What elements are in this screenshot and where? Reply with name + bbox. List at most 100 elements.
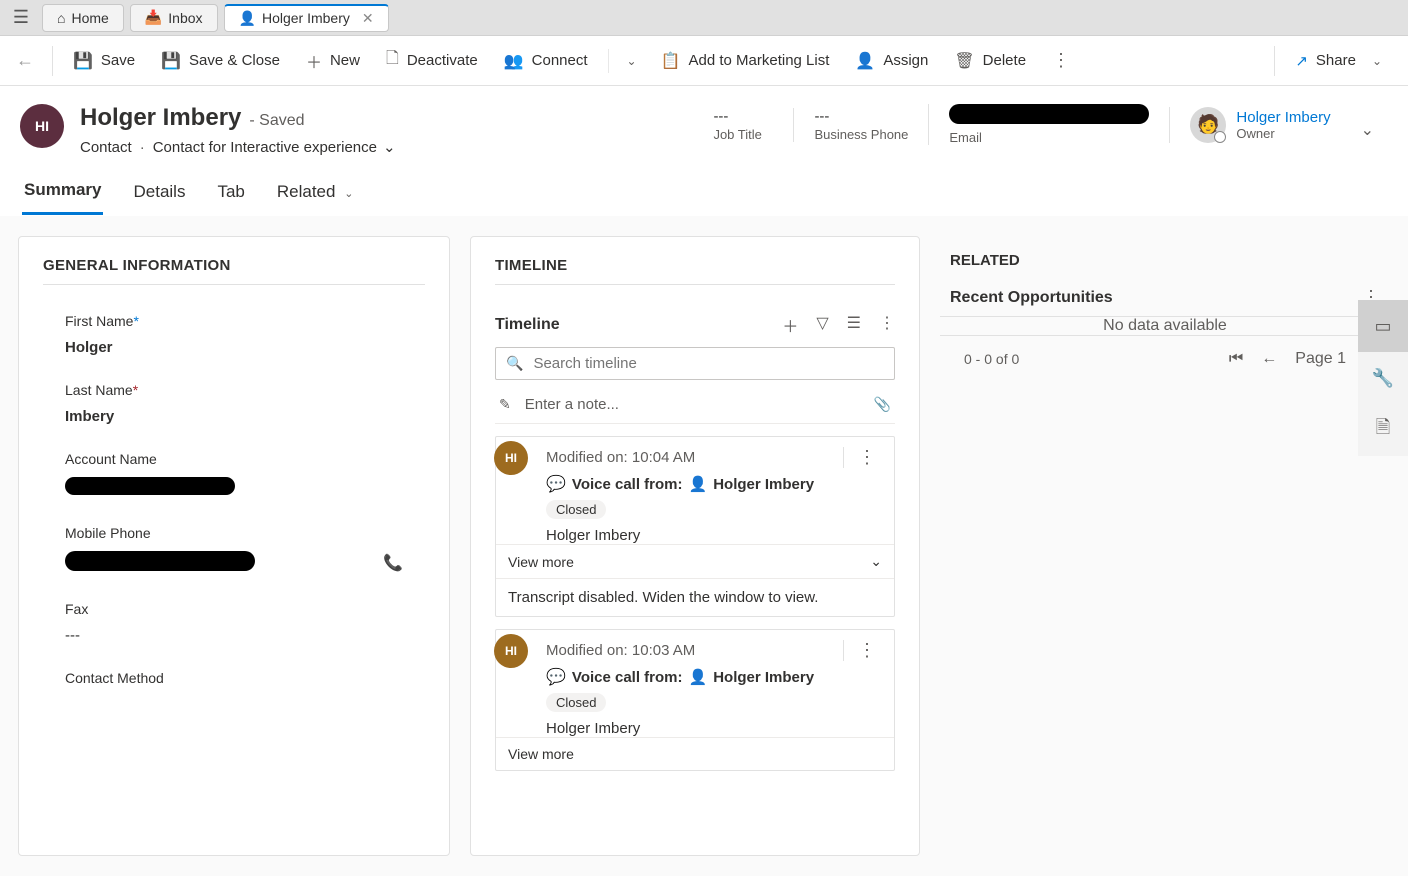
command-bar: ← 💾 Save 💾 Save & Close ＋ New 🗋 Deactiva… — [0, 36, 1408, 86]
tab-summary[interactable]: Summary — [22, 174, 103, 215]
header-expand-icon[interactable]: ⌄ — [1347, 112, 1388, 148]
accountname-value[interactable] — [65, 477, 403, 499]
prev-page-icon[interactable]: ← — [1261, 350, 1277, 368]
timeline-title-prefix: Voice call from: — [572, 669, 683, 686]
tab-details[interactable]: Details — [131, 176, 187, 214]
timeline-item-menu-icon[interactable]: ⋮ — [843, 447, 876, 468]
tab-active-record[interactable]: 👤 Holger Imbery ✕ — [224, 4, 389, 32]
save-icon: 💾 — [73, 51, 93, 71]
connect-button[interactable]: 👥 Connect — [494, 45, 598, 77]
page-label: Page 1 — [1295, 350, 1346, 368]
trash-icon: 🗑 — [954, 51, 974, 71]
timeline-item: HI Modified on: 10:03 AM ⋮ 💬 Voice call … — [495, 629, 895, 771]
chevron-down-icon: ⌄ — [344, 188, 353, 200]
delete-button[interactable]: 🗑 Delete — [944, 45, 1036, 77]
rail-document-icon[interactable]: 🗎 — [1358, 404, 1408, 456]
session-tabstrip: ☰ ⌂ Home 📥 Inbox 👤 Holger Imbery ✕ — [0, 0, 1408, 36]
fax-value[interactable]: --- — [65, 627, 403, 644]
timeline-body: Holger Imbery — [546, 527, 882, 544]
timeline-item: HI Modified on: 10:04 AM ⋮ 💬 Voice call … — [495, 436, 895, 617]
pager: 0 - 0 of 0 ⏮ ← Page 1 → — [940, 335, 1390, 368]
jobtitle-label: Job Title — [713, 127, 773, 142]
record-header: HI Holger Imbery - Saved Contact · Conta… — [0, 86, 1408, 166]
no-data-message: No data available — [940, 317, 1390, 335]
sort-icon[interactable]: ☰ — [847, 313, 861, 337]
hamburger-icon[interactable]: ☰ — [6, 7, 36, 28]
save-close-button[interactable]: 💾 Save & Close — [151, 45, 290, 77]
timeline-overflow-icon[interactable]: ⋮ — [879, 313, 895, 337]
share-chevron-icon[interactable]: ⌄ — [1364, 48, 1390, 74]
view-more-button[interactable]: View more — [496, 737, 894, 770]
opportunities-heading: Recent Opportunities — [950, 289, 1113, 307]
new-button[interactable]: ＋ New — [296, 43, 370, 79]
rail-panel-icon[interactable]: ▭ — [1358, 300, 1408, 352]
status-badge: Closed — [546, 693, 606, 712]
timeline-heading: TIMELINE — [495, 257, 895, 285]
general-information-card: GENERAL INFORMATION First Name* Holger L… — [18, 236, 450, 856]
person-icon: 👤 — [689, 475, 708, 493]
jobtitle-value[interactable]: --- — [713, 108, 773, 125]
tab-inbox-label: Inbox — [168, 10, 202, 26]
mobilephone-label: Mobile Phone — [65, 525, 403, 541]
voicecall-icon: 💬 — [546, 474, 566, 494]
delete-label: Delete — [983, 52, 1026, 69]
attachment-icon[interactable]: 📎 — [874, 396, 891, 413]
timeline-modified: Modified on: 10:04 AM — [546, 449, 695, 466]
view-more-button[interactable]: View more ⌄ — [496, 544, 894, 578]
deactivate-icon: 🗋 — [386, 47, 399, 74]
filter-icon[interactable]: ▽ — [816, 313, 828, 337]
add-to-marketing-button[interactable]: 📋 Add to Marketing List — [651, 45, 840, 77]
email-value[interactable] — [949, 104, 1149, 128]
form-selector[interactable]: Contact for Interactive experience ⌄ — [153, 138, 396, 156]
home-icon: ⌂ — [57, 10, 65, 26]
timeline-title-contact[interactable]: Holger Imbery — [713, 669, 814, 686]
divider — [1274, 46, 1275, 76]
status-badge: Closed — [546, 500, 606, 519]
businessphone-value[interactable]: --- — [814, 108, 908, 125]
owner-name[interactable]: Holger Imbery — [1236, 109, 1330, 126]
save-button[interactable]: 💾 Save — [63, 45, 145, 77]
lastname-value[interactable]: Imbery — [65, 408, 403, 425]
add-record-icon[interactable]: ＋ — [782, 313, 798, 337]
view-more-label: View more — [508, 746, 574, 762]
timeline-note-row[interactable]: ✎ Enter a note... 📎 — [495, 386, 895, 424]
view-more-label: View more — [508, 554, 574, 570]
tab-related-label: Related — [277, 182, 336, 201]
note-placeholder: Enter a note... — [525, 396, 619, 413]
phone-icon[interactable]: 📞 — [383, 553, 403, 573]
rail-wrench-icon[interactable]: 🔧 — [1358, 352, 1408, 404]
lastname-label: Last Name — [65, 382, 133, 398]
deactivate-label: Deactivate — [407, 52, 478, 69]
firstname-label: First Name — [65, 313, 133, 329]
tab-home[interactable]: ⌂ Home — [42, 4, 124, 32]
tab-related[interactable]: Related ⌄ — [275, 176, 356, 214]
save-close-icon: 💾 — [161, 51, 181, 71]
plus-icon: ＋ — [306, 49, 322, 73]
share-button[interactable]: ↗ Share ⌄ — [1285, 42, 1400, 80]
timeline-search[interactable]: 🔍 — [495, 347, 895, 380]
first-page-icon[interactable]: ⏮ — [1229, 350, 1243, 368]
tab-inbox[interactable]: 📥 Inbox — [130, 4, 218, 32]
related-section: RELATED Recent Opportunities ⋮ No data a… — [940, 236, 1390, 368]
back-button[interactable]: ← — [8, 44, 42, 77]
entity-label: Contact — [80, 139, 132, 156]
close-tab-icon[interactable]: ✕ — [362, 10, 374, 27]
mobilephone-value[interactable] — [65, 551, 255, 575]
deactivate-button[interactable]: 🗋 Deactivate — [376, 41, 488, 80]
voicecall-icon: 💬 — [546, 667, 566, 687]
timeline-search-input[interactable] — [533, 355, 884, 372]
person-icon: 👤 — [689, 668, 708, 686]
connect-chevron-icon[interactable]: ⌄ — [619, 48, 645, 74]
tab-tab[interactable]: Tab — [215, 176, 246, 214]
overflow-button[interactable]: ⋮ — [1042, 44, 1080, 77]
timeline-title-prefix: Voice call from: — [572, 476, 683, 493]
saved-status: - Saved — [249, 112, 304, 130]
assign-button[interactable]: 👤 Assign — [845, 45, 938, 77]
main-content: GENERAL INFORMATION First Name* Holger L… — [0, 216, 1408, 876]
timeline-title-contact[interactable]: Holger Imbery — [713, 476, 814, 493]
businessphone-label: Business Phone — [814, 127, 908, 142]
chevron-down-icon: ⌄ — [870, 553, 882, 570]
firstname-value[interactable]: Holger — [65, 339, 403, 356]
new-label: New — [330, 52, 360, 69]
timeline-item-menu-icon[interactable]: ⋮ — [843, 640, 876, 661]
